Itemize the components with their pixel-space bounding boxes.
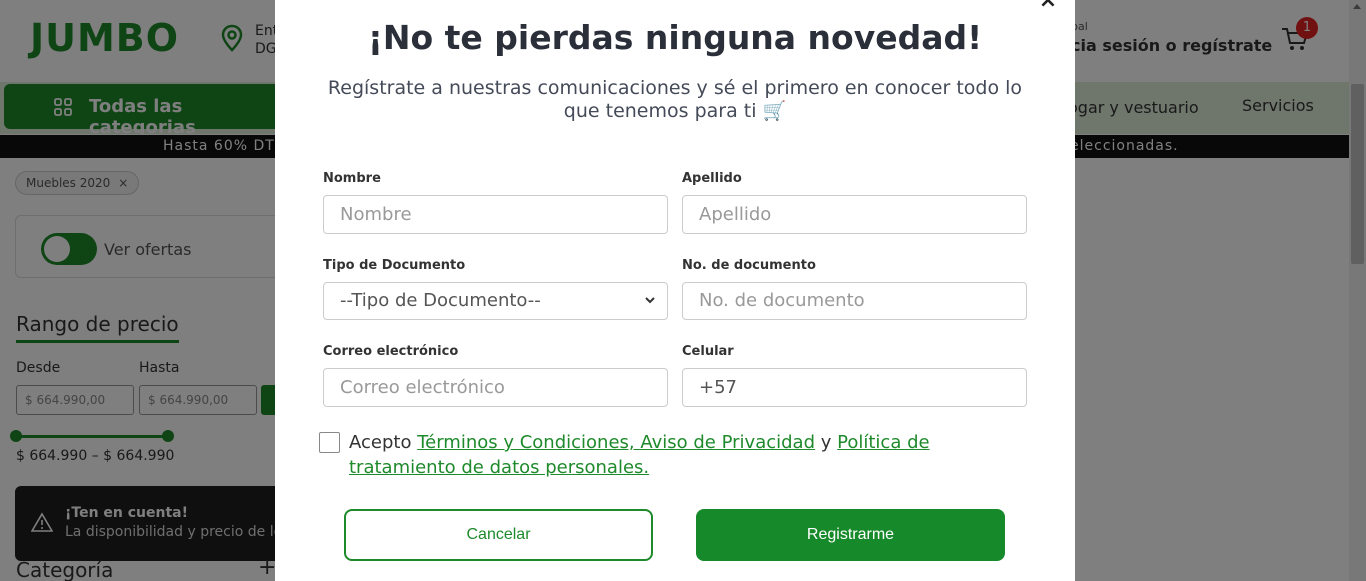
correo-input[interactable]: Correo electrónico [323,368,668,407]
terms-prefix: Acepto [349,432,412,453]
correo-label: Correo electrónico [323,344,459,359]
chevron-down-icon [645,297,655,304]
terms-checkbox[interactable] [319,432,340,453]
cancel-button[interactable]: Cancelar [344,509,653,561]
register-button[interactable]: Registrarme [696,509,1005,561]
modal-subtitle: Regístrate a nuestras comunicaciones y s… [327,77,1023,122]
tipo-documento-value: --Tipo de Documento-- [340,290,541,311]
close-icon[interactable]: × [1037,0,1059,12]
nombre-input[interactable]: Nombre [323,195,668,234]
celular-label: Celular [682,344,734,359]
tipo-documento-select[interactable]: --Tipo de Documento-- [323,282,668,320]
terms-text: Acepto Términos y Condiciones, Aviso de … [349,430,1019,480]
terms-joiner: y [820,432,832,453]
celular-input[interactable]: +57 [682,368,1027,407]
apellido-input[interactable]: Apellido [682,195,1027,234]
tipo-documento-label: Tipo de Documento [323,258,466,273]
nombre-label: Nombre [323,171,381,186]
apellido-label: Apellido [682,171,742,186]
newsletter-modal: × ¡No te pierdas ninguna novedad! Regíst… [275,0,1075,581]
modal-title: ¡No te pierdas ninguna novedad! [367,18,983,57]
num-documento-label: No. de documento [682,258,816,273]
terms-conditions-link[interactable]: Términos y Condiciones, Aviso de Privaci… [417,432,815,453]
num-documento-input[interactable]: No. de documento [682,282,1027,320]
